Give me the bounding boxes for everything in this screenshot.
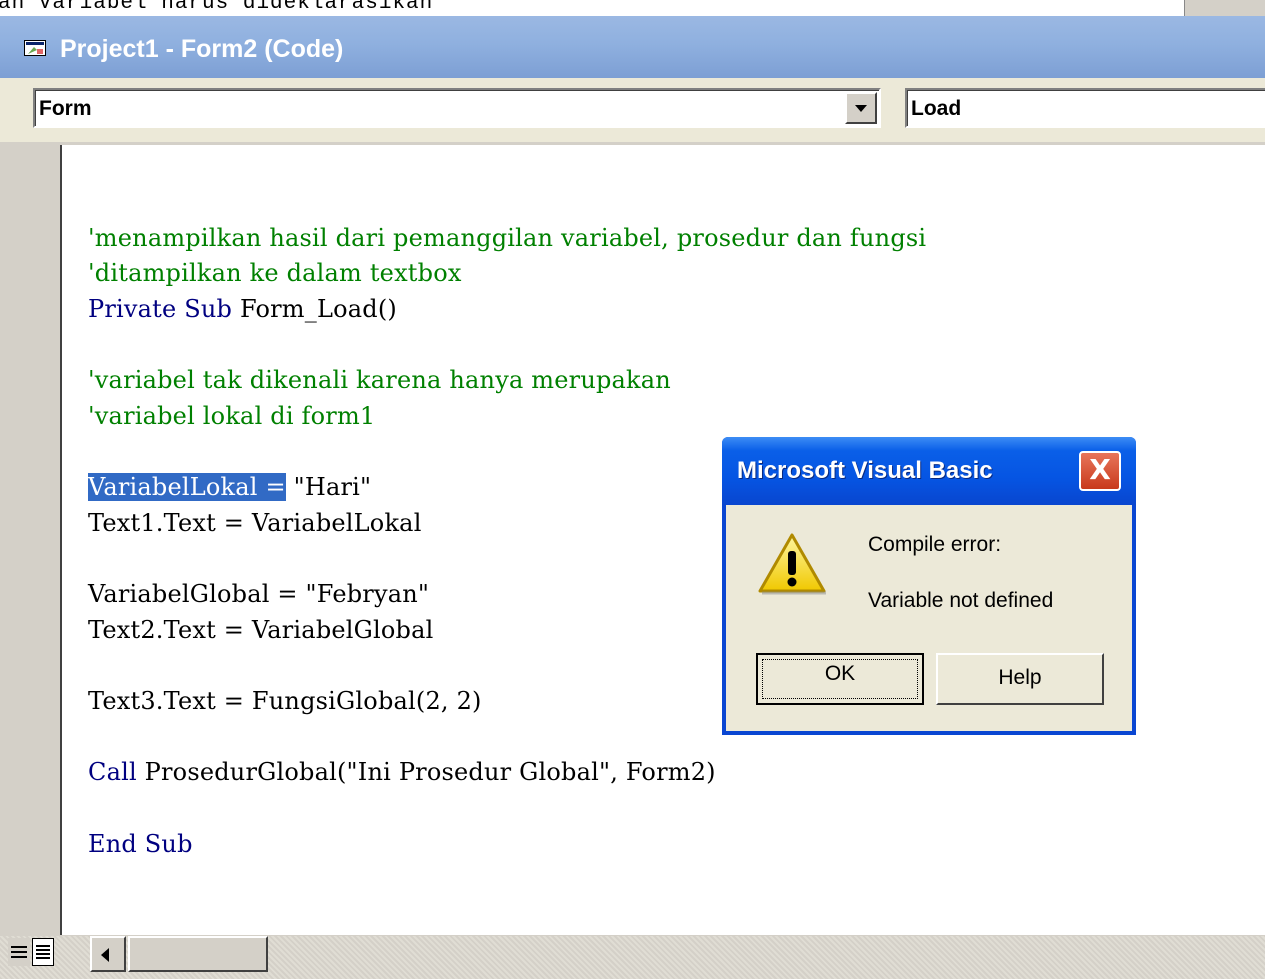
- ok-button[interactable]: OK: [756, 653, 924, 705]
- dialog-message-detail: Variable not defined: [868, 589, 1054, 612]
- close-button[interactable]: X: [1079, 451, 1121, 491]
- object-combobox-dropdown-button[interactable]: [845, 92, 877, 124]
- code-window-icon[interactable]: [24, 40, 46, 58]
- code-window-titlebar[interactable]: Project1 - Form2 (Code): [0, 16, 1265, 78]
- procedure-combobox-value: Load: [911, 97, 962, 120]
- margin-indicator-bar[interactable]: [12, 145, 62, 935]
- chevron-left-icon: [101, 948, 109, 962]
- dialog-titlebar[interactable]: Microsoft Visual Basic X: [722, 437, 1136, 505]
- background-window-scrollbar: [1184, 0, 1265, 16]
- compile-error-dialog: Microsoft Visual Basic X Compile error: …: [722, 437, 1136, 735]
- sub-name: Form_Load(): [232, 295, 397, 323]
- keyword-private-sub: Private Sub: [88, 295, 233, 323]
- object-combobox[interactable]: Form: [33, 88, 881, 128]
- code-line-error[interactable]: VariabelLokal = "Hari": [88, 471, 371, 503]
- code-line-comment[interactable]: 'ditampilkan ke dalam textbox: [88, 257, 462, 289]
- ok-button-label: OK: [824, 662, 856, 685]
- code-text: "Hari": [285, 473, 372, 501]
- code-line[interactable]: Text3.Text = FungsiGlobal(2, 2): [88, 685, 482, 717]
- object-combobox-value: Form: [39, 97, 92, 120]
- full-module-view-icon: [36, 945, 50, 959]
- code-line-comment[interactable]: 'variabel tak dikenali karena hanya meru…: [88, 364, 671, 396]
- help-button[interactable]: Help: [936, 653, 1104, 705]
- code-line-comment[interactable]: 'menampilkan hasil dari pemanggilan vari…: [88, 222, 926, 254]
- full-module-view-button[interactable]: [32, 938, 54, 966]
- procedure-view-icon: [11, 946, 27, 958]
- procedure-combobox[interactable]: Load: [905, 88, 1265, 128]
- code-line-sub-declaration[interactable]: Private Sub Form_Load(): [88, 293, 397, 325]
- warning-icon: [758, 533, 826, 595]
- code-window-title: Project1 - Form2 (Code): [60, 35, 344, 63]
- code-line[interactable]: Text2.Text = VariabelGlobal: [88, 614, 434, 646]
- code-line[interactable]: Text1.Text = VariabelLokal: [88, 507, 422, 539]
- procedure-view-button[interactable]: [8, 938, 30, 966]
- dialog-message-title: Compile error:: [868, 533, 1002, 556]
- selected-error-text: VariabelLokal =: [88, 473, 286, 501]
- chevron-down-icon: [855, 105, 867, 112]
- horizontal-scroll-thumb[interactable]: [128, 936, 268, 972]
- code-text: ProsedurGlobal("Ini Prosedur Global", Fo…: [136, 758, 716, 786]
- code-line-end-sub[interactable]: End Sub: [88, 828, 193, 860]
- dialog-title: Microsoft Visual Basic: [737, 457, 993, 484]
- code-line-call[interactable]: Call ProsedurGlobal("Ini Prosedur Global…: [88, 756, 716, 788]
- scroll-left-button[interactable]: [90, 936, 126, 972]
- dialog-body: Compile error: Variable not defined OK H…: [726, 505, 1132, 731]
- code-line[interactable]: VariabelGlobal = "Febryan": [88, 578, 429, 610]
- code-line-comment[interactable]: 'variabel lokal di form1: [88, 400, 375, 432]
- keyword-call: Call: [88, 758, 137, 786]
- background-window-text: an Variabel harus dideklarasikan: [0, 0, 1265, 16]
- background-window-partial-text: an Variabel harus dideklarasikan: [0, 0, 434, 15]
